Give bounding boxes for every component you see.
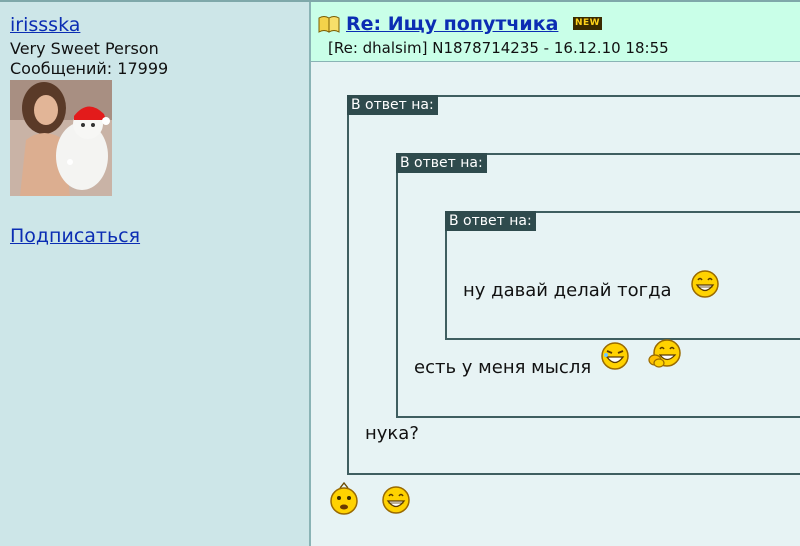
quote-block-inner: В ответ на: ну давай делай тогда: [445, 211, 800, 340]
quote-label: В ответ на:: [445, 211, 536, 231]
quote-label: В ответ на:: [396, 153, 487, 173]
clapping-smiley-icon: [648, 338, 682, 374]
quote-label: В ответ на:: [347, 95, 438, 115]
quote-middle-text: есть у меня мысля: [414, 357, 592, 378]
quote-inner-text: ну давай делай тогда: [463, 280, 672, 301]
username-link[interactable]: irissska: [10, 14, 80, 36]
user-sidebar: irissska Very Sweet Person Сообщений: 17…: [0, 2, 311, 546]
avatar: [10, 80, 112, 196]
post-header: Re: Ищу попутчика NEW [Re: dhalsim] N187…: [311, 2, 800, 62]
book-icon: [318, 15, 340, 37]
thinking-smiley-icon: [329, 481, 359, 520]
quote-block-middle: В ответ на: В ответ на: ну давай делай т…: [396, 153, 800, 418]
post-title-link[interactable]: Re: Ищу попутчика: [346, 12, 558, 36]
laugh-smiley-icon: [600, 341, 630, 375]
user-title: Very Sweet Person: [10, 39, 159, 58]
subscribe-link[interactable]: Подписаться: [10, 224, 140, 248]
avatar-image: [10, 80, 112, 196]
post-body: В ответ на: В ответ на: В ответ на: ну д…: [311, 62, 800, 546]
user-post-count: Сообщений: 17999: [10, 59, 168, 79]
posts-count: 17999: [117, 59, 169, 78]
new-badge: NEW: [573, 17, 603, 30]
grin-smiley-icon: [381, 485, 411, 519]
quote-outer-text: нука?: [365, 423, 419, 444]
post-meta: [Re: dhalsim] N1878714235 - 16.12.10 18:…: [328, 39, 669, 57]
posts-label: Сообщений:: [10, 59, 113, 78]
grin-smiley-icon: [690, 269, 720, 303]
quote-block-outer: В ответ на: В ответ на: В ответ на: ну д…: [347, 95, 800, 475]
